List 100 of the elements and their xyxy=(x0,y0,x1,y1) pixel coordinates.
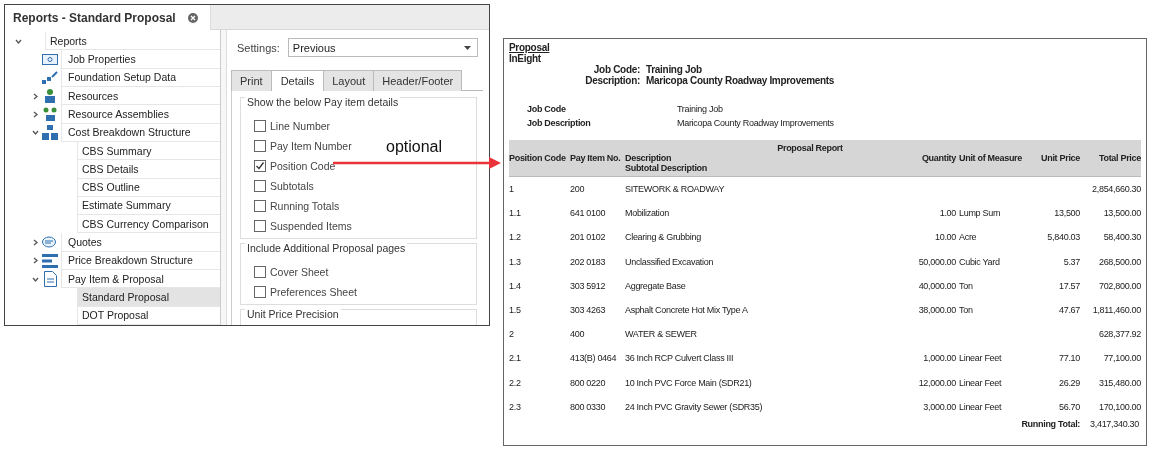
tree-item[interactable]: Reports xyxy=(45,32,220,51)
settings-dropdown[interactable]: Previous xyxy=(287,38,478,57)
table-cell: 400 xyxy=(570,329,585,340)
column-header: Description xyxy=(625,153,672,163)
tree-item[interactable]: CBS Currency Comparison xyxy=(77,215,220,234)
table-cell: 50,000.00 xyxy=(918,256,956,267)
table-cell: 1.2 xyxy=(509,232,521,243)
checkbox[interactable] xyxy=(254,120,266,132)
option-label: Position Code xyxy=(270,160,336,172)
checkbox[interactable] xyxy=(254,266,266,278)
table-cell: 628,377.92 xyxy=(1098,329,1141,340)
chevron-down-icon[interactable] xyxy=(14,37,22,45)
table-cell: 702,800.00 xyxy=(1098,280,1141,291)
table-cell: 268,500.00 xyxy=(1098,256,1141,267)
chevron-right-icon[interactable] xyxy=(31,239,39,247)
checkbox[interactable] xyxy=(254,220,266,232)
table-cell: Linear Feet xyxy=(959,401,1002,412)
column-subheader: Subtotal Description xyxy=(625,163,707,173)
tree-item[interactable]: Job Properties xyxy=(61,50,220,69)
table-cell: 77.10 xyxy=(1058,353,1080,364)
option-label: Subtotals xyxy=(270,180,314,192)
table-cell: 13,500 xyxy=(1054,208,1080,219)
table-cell: 1.00 xyxy=(939,208,956,219)
table-cell: 1.3 xyxy=(509,256,521,267)
table-cell: 2.1 xyxy=(509,353,521,364)
worker-icon xyxy=(43,88,57,105)
table-cell: 1 xyxy=(509,184,514,195)
table-cell: 2.2 xyxy=(509,377,521,388)
table-cell: Unclassified Excavation xyxy=(625,256,714,267)
tab[interactable]: Layout xyxy=(323,70,375,91)
tab[interactable]: Print xyxy=(231,70,272,91)
option-label: Cover Sheet xyxy=(270,266,329,278)
dropdown-caret-icon xyxy=(463,45,471,50)
tree-item[interactable]: Quotes xyxy=(61,233,220,252)
checkbox[interactable] xyxy=(254,160,266,172)
table-cell: 1,000.00 xyxy=(923,353,956,364)
option-label: Running Totals xyxy=(270,200,340,212)
chevron-right-icon[interactable] xyxy=(31,92,39,100)
tree-item[interactable]: CBS Details xyxy=(77,160,220,179)
table-cell: 56.70 xyxy=(1058,401,1080,412)
table-cell: 3,000.00 xyxy=(923,401,956,412)
total-value: 3,417,340.30 xyxy=(1090,418,1139,429)
setup-icon xyxy=(42,70,58,85)
table-cell: 1,811,460.00 xyxy=(1092,305,1141,316)
table-cell: 2,854,660.30 xyxy=(1092,184,1141,195)
tree-item[interactable]: Standard Proposal xyxy=(77,288,220,307)
table-cell: 201 0102 xyxy=(570,232,606,243)
table-cell: 303 5912 xyxy=(570,280,606,291)
chevron-right-icon[interactable] xyxy=(31,257,39,265)
checkbox[interactable] xyxy=(254,286,266,298)
table-cell: 77,100.00 xyxy=(1103,353,1141,364)
breakdown-icon xyxy=(42,253,58,268)
tree-item[interactable]: Pay Item & Proposal xyxy=(61,270,220,289)
option-label: Pay Item Number xyxy=(270,140,352,152)
hierarchy-icon xyxy=(42,125,58,141)
group-title: Unit Price Precision xyxy=(245,308,341,320)
close-icon[interactable] xyxy=(187,12,198,23)
table-cell: 13,500.00 xyxy=(1103,208,1141,219)
chevron-down-icon[interactable] xyxy=(31,275,39,283)
table-cell: 413(B) 0464 xyxy=(570,353,617,364)
table-cell: 58,400.30 xyxy=(1103,232,1141,243)
table-cell: 5,840.03 xyxy=(1047,232,1080,243)
column-header: Pay Item No. xyxy=(570,153,621,163)
table-cell: 1.5 xyxy=(509,305,521,316)
table-cell: SITEWORK & ROADWAY xyxy=(625,184,725,195)
field-label: Job Code xyxy=(527,104,567,114)
field-label: Job Code: xyxy=(592,64,640,75)
column-header: Position Code xyxy=(509,153,566,163)
table-cell: 5.37 xyxy=(1063,256,1080,267)
checkbox[interactable] xyxy=(254,200,266,212)
tab[interactable]: Details xyxy=(270,70,325,91)
table-cell: 36 Inch RCP Culvert Class III xyxy=(625,353,734,364)
group-title: Include Additional Proposal pages xyxy=(245,242,408,254)
table-cell: Cubic Yard xyxy=(959,256,1000,267)
table-cell: 641 0100 xyxy=(570,208,606,219)
table-cell: 40,000.00 xyxy=(918,280,956,291)
tab[interactable]: Header/Footer xyxy=(373,70,463,91)
table-caption: Proposal Report xyxy=(776,143,844,153)
chat-icon xyxy=(41,235,59,250)
document-tab[interactable]: Reports - Standard Proposal xyxy=(5,5,211,30)
report-title: Proposal xyxy=(509,42,550,53)
field-value: Training Job xyxy=(646,64,702,75)
table-cell: 202 0183 xyxy=(570,256,606,267)
table-cell: Asphalt Concrete Hot Mix Type A xyxy=(625,305,748,316)
field-label: Description: xyxy=(584,75,640,86)
table-cell: Ton xyxy=(959,280,973,291)
chevron-down-icon[interactable] xyxy=(31,129,39,137)
checkbox[interactable] xyxy=(254,140,266,152)
settings-label: Settings: xyxy=(237,41,280,54)
chevron-right-icon[interactable] xyxy=(31,110,39,118)
table-cell: Mobilization xyxy=(625,208,669,219)
table-cell: Lump Sum xyxy=(959,208,1001,219)
tree-item[interactable]: Resource Assemblies xyxy=(61,105,220,124)
document-icon xyxy=(43,271,57,288)
checkbox[interactable] xyxy=(254,180,266,192)
table-cell: 10 Inch PVC Force Main (SDR21) xyxy=(625,377,752,388)
table-cell: 26.29 xyxy=(1058,377,1080,388)
table-cell: 12,000.00 xyxy=(918,377,956,388)
table-cell: 10.00 xyxy=(934,232,956,243)
table-cell: Ton xyxy=(959,305,973,316)
